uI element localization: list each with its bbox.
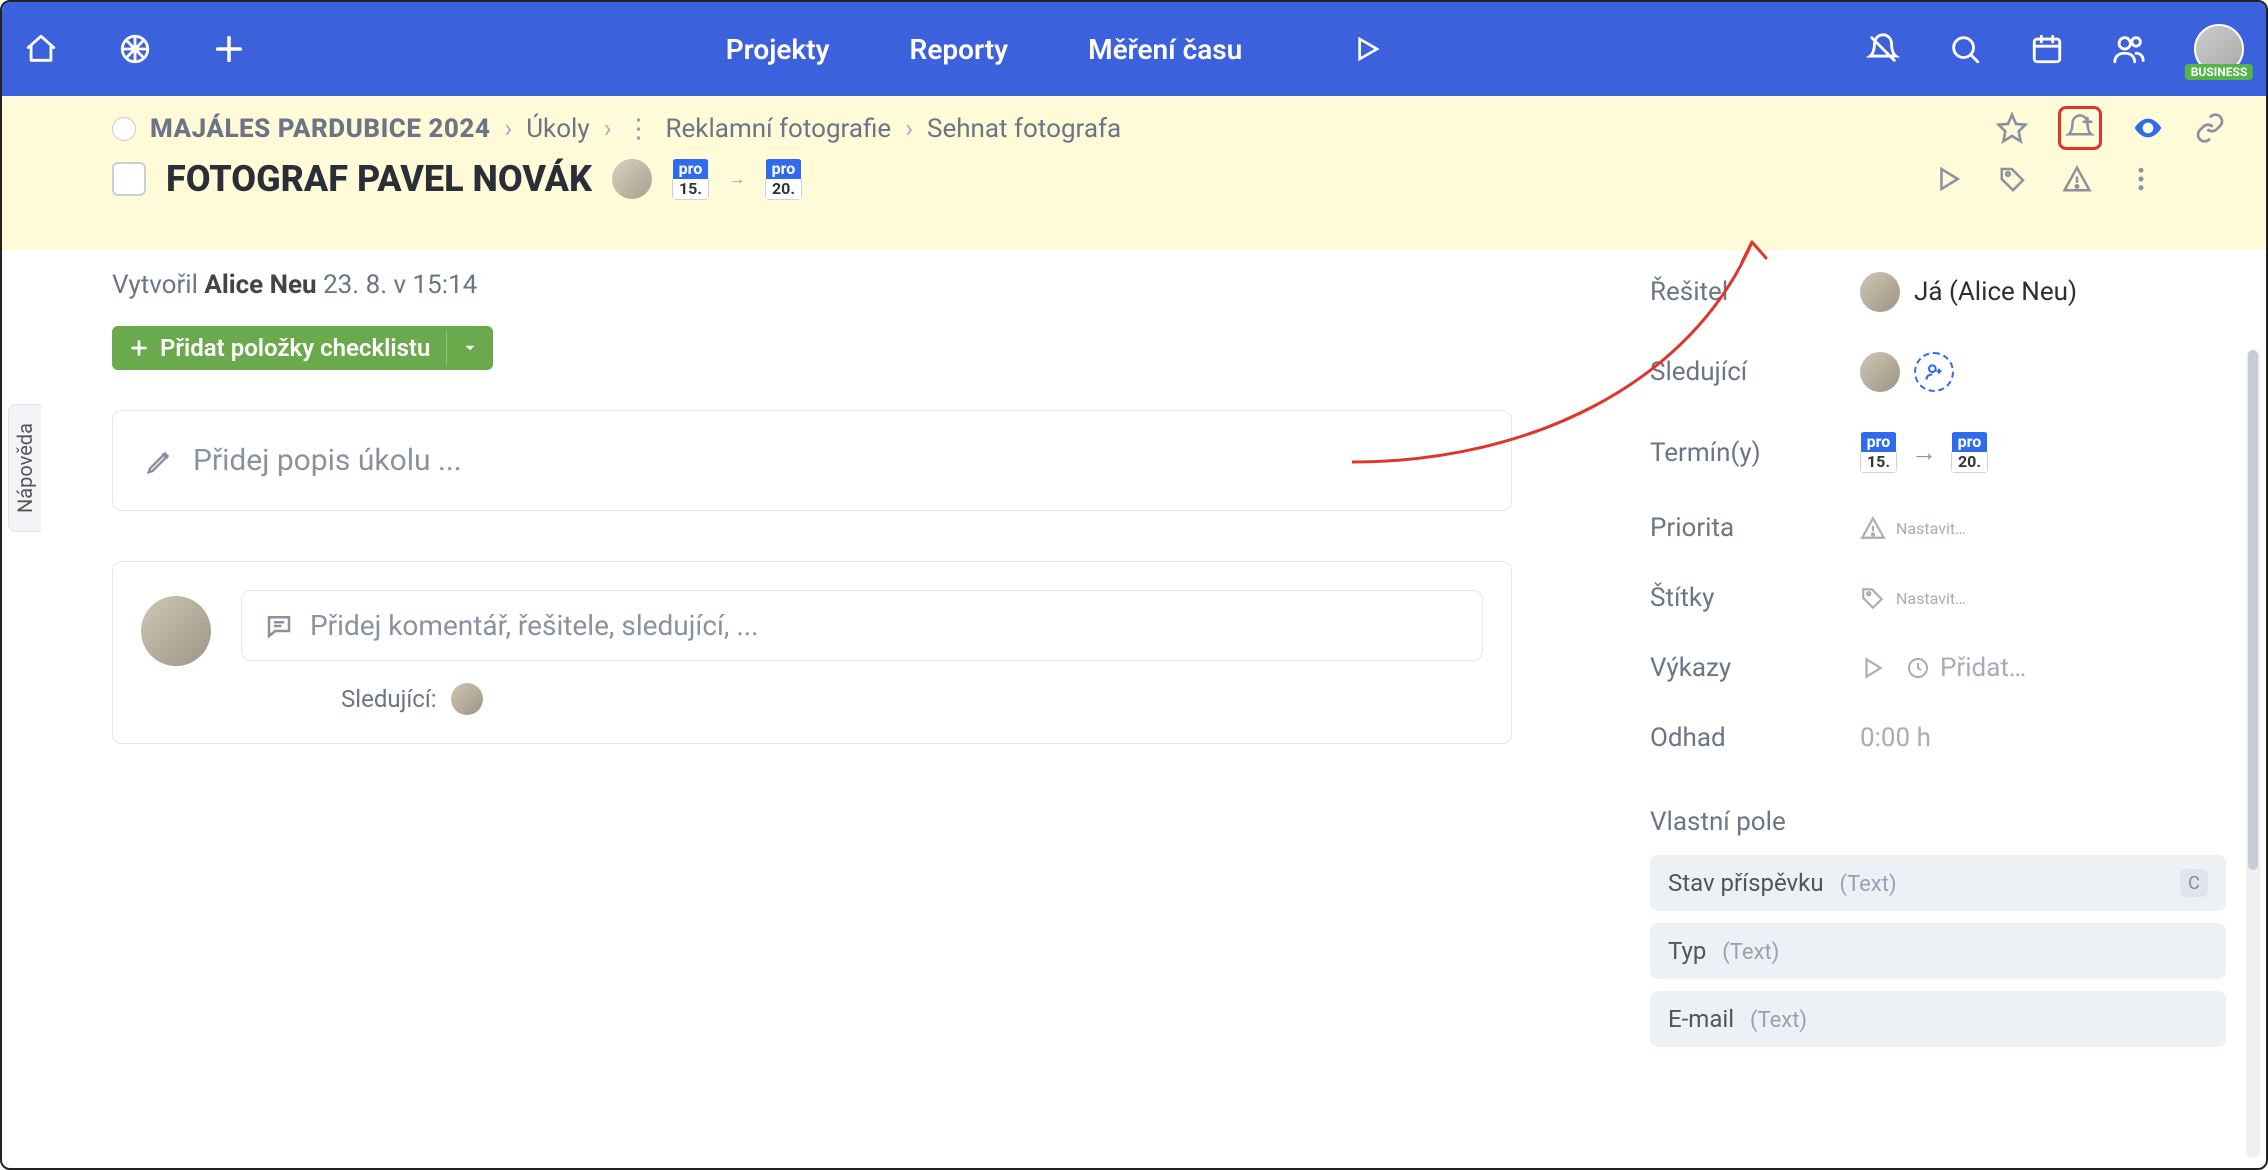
current-user-avatar [141, 596, 211, 666]
checklist-caret-icon[interactable] [446, 331, 493, 365]
help-tab[interactable]: Nápověda [8, 404, 41, 532]
assignee-avatar-small [1860, 272, 1900, 312]
link-icon[interactable] [2194, 112, 2226, 144]
bell-off-icon[interactable] [1866, 32, 1900, 66]
tags-label: Štítky [1650, 583, 1860, 613]
description-card[interactable]: Přidej popis úkolu ... [112, 410, 1512, 511]
business-badge: BUSINESS [2185, 64, 2253, 80]
breadcrumb-project[interactable]: MAJÁLES PARDUBICE 2024 [150, 114, 490, 144]
chevron-right-icon: › [905, 114, 913, 144]
assignee-value[interactable]: Já (Alice Neu) [1860, 272, 2077, 312]
followers-side-label: Sledující [1650, 357, 1860, 387]
top-navbar: Projekty Reporty Měření času BUSINESS [2, 2, 2266, 96]
description-placeholder: Přidej popis úkolu ... [193, 443, 462, 478]
priority-label: Priorita [1650, 513, 1860, 543]
nav-projects[interactable]: Projekty [726, 33, 830, 66]
worklogs-label: Výkazy [1650, 653, 1860, 683]
breadcrumb: MAJÁLES PARDUBICE 2024 › Úkoly › ⋮ Rekla… [2, 114, 2266, 144]
breadcrumb-item[interactable]: Reklamní fotografie [666, 114, 892, 144]
tags-set-button[interactable]: Nastavit… [1860, 585, 1966, 611]
custom-field-row[interactable]: Stav příspěvku (Text) C [1650, 855, 2226, 911]
play-icon[interactable] [1860, 655, 1886, 681]
bell-plus-icon[interactable] [2058, 106, 2102, 150]
add-follower-button[interactable] [1914, 352, 1954, 392]
comment-placeholder: Přidej komentář, řešitele, sledující, ..… [310, 609, 759, 642]
add-checklist-button[interactable]: Přidat položky checklistu [112, 326, 493, 370]
task-complete-checkbox[interactable] [112, 162, 146, 196]
more-icon[interactable] [2126, 164, 2156, 194]
arrow-right-icon: → [729, 169, 745, 189]
clock-icon [1906, 656, 1930, 680]
nav-timetracking[interactable]: Měření času [1088, 33, 1242, 66]
custom-fields-title: Vlastní pole [1650, 807, 2226, 837]
tag-icon [1860, 585, 1886, 611]
breadcrumb-tasks[interactable]: Úkoly [526, 114, 590, 144]
warning-icon[interactable] [2062, 164, 2092, 194]
wheel-icon[interactable] [118, 32, 152, 66]
tag-icon[interactable] [1998, 164, 2028, 194]
created-info: Vytvořil Alice Neu 23. 8. v 15:14 [112, 270, 1626, 326]
chevron-right-icon: › [604, 114, 612, 144]
play-outline-icon[interactable] [1934, 164, 1964, 194]
eye-icon[interactable] [2132, 112, 2164, 144]
team-icon[interactable] [2112, 32, 2146, 66]
deadline-label: Termín(y) [1650, 438, 1860, 468]
home-icon[interactable] [24, 32, 58, 66]
comment-icon [264, 611, 294, 641]
scrollbar-thumb[interactable] [2248, 350, 2258, 870]
breadcrumb-item[interactable]: Sehnat fotografa [927, 114, 1121, 144]
warning-icon [1860, 515, 1886, 541]
project-icon [112, 117, 136, 141]
pencil-icon [145, 446, 175, 476]
priority-set-button[interactable]: Nastavit… [1860, 515, 1966, 541]
play-icon[interactable] [1352, 32, 1386, 66]
nav-reports[interactable]: Reporty [910, 33, 1009, 66]
worklog-add-button[interactable]: Přidat… [1906, 653, 2026, 683]
plus-icon[interactable] [212, 32, 246, 66]
start-date-pill[interactable]: pro 15. [1860, 432, 1897, 473]
followers-label: Sledující: [341, 685, 437, 713]
custom-field-row[interactable]: Typ (Text) [1650, 923, 2226, 979]
vertical-dots-icon[interactable]: ⋮ [626, 114, 652, 144]
search-icon[interactable] [1948, 32, 1982, 66]
task-header: MAJÁLES PARDUBICE 2024 › Úkoly › ⋮ Rekla… [2, 96, 2266, 250]
estimate-label: Odhad [1650, 723, 1860, 753]
estimate-value[interactable]: 0:00 h [1860, 723, 1931, 753]
chevron-right-icon: › [504, 114, 512, 144]
end-date-pill[interactable]: pro 20. [765, 159, 802, 200]
assignee-avatar[interactable] [612, 159, 652, 199]
task-title[interactable]: FOTOGRAF PAVEL NOVÁK [166, 158, 592, 200]
comment-input[interactable]: Přidej komentář, řešitele, sledující, ..… [241, 590, 1483, 661]
custom-field-badge: C [2180, 869, 2208, 897]
start-date-pill[interactable]: pro 15. [672, 159, 709, 200]
scrollbar[interactable] [2246, 350, 2260, 1158]
follower-avatar[interactable] [1860, 352, 1900, 392]
end-date-pill[interactable]: pro 20. [1951, 432, 1988, 473]
assignee-label: Řešitel [1650, 277, 1860, 307]
arrow-right-icon: → [1911, 437, 1937, 468]
user-avatar[interactable]: BUSINESS [2194, 24, 2244, 74]
custom-field-row[interactable]: E-mail (Text) [1650, 991, 2226, 1047]
calendar-icon[interactable] [2030, 32, 2064, 66]
star-icon[interactable] [1996, 112, 2028, 144]
follower-avatar[interactable] [451, 683, 483, 715]
